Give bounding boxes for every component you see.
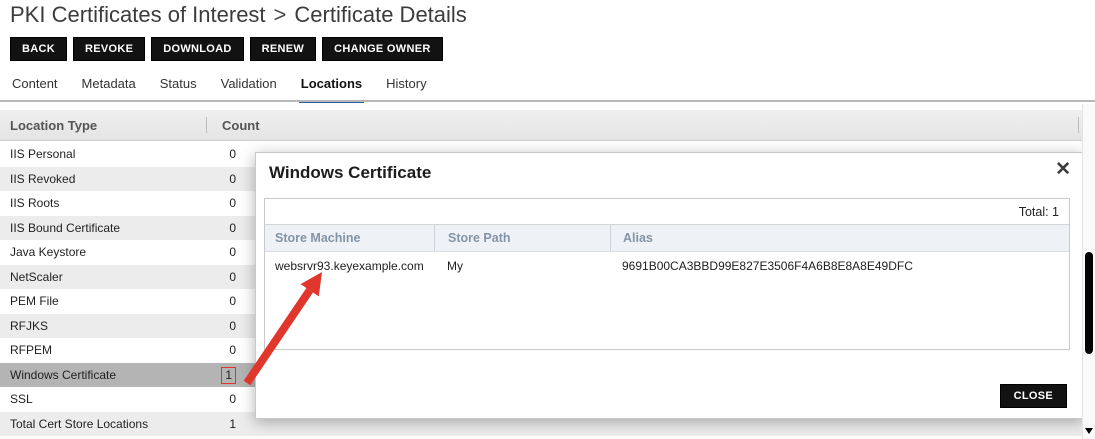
tab-history[interactable]: History <box>384 72 428 103</box>
tab-divider <box>0 100 1095 102</box>
breadcrumb-current: Certificate Details <box>294 2 466 27</box>
total-count-label: Total: 1 <box>265 199 1069 225</box>
column-header-store-machine: Store Machine <box>265 231 434 245</box>
scrollbar-down-arrow-icon[interactable] <box>1085 428 1093 434</box>
location-count-cell: 0 <box>210 387 236 412</box>
modal-table-header: Store Machine Store Path Alias <box>265 225 1069 252</box>
revoke-button[interactable]: REVOKE <box>73 37 145 61</box>
renew-button[interactable]: RENEW <box>250 37 316 61</box>
modal-cell-store-path: My <box>434 259 610 273</box>
count-highlight-box: 1 <box>221 367 236 384</box>
close-icon[interactable]: ✕ <box>1055 159 1071 181</box>
column-header-location-type: Location Type <box>0 118 206 133</box>
breadcrumb-root: PKI Certificates of Interest <box>10 2 266 27</box>
modal-cell-alias: 9691B00CA3BBD99E827E3506F4A6B8E8A8E49DFC <box>610 259 1069 273</box>
modal-cell-store-machine: websrvr93.keyexample.com <box>265 259 434 273</box>
location-count-cell: 0 <box>210 289 236 314</box>
vertical-scrollbar[interactable] <box>1082 104 1095 439</box>
windows-certificate-modal: Windows Certificate ✕ Total: 1 Store Mac… <box>255 152 1084 419</box>
modal-title: Windows Certificate <box>269 163 431 183</box>
locations-table-header: Location Type Count <box>0 110 1082 141</box>
close-button[interactable]: CLOSE <box>1000 384 1067 408</box>
location-count-cell: 0 <box>210 142 236 167</box>
breadcrumb-separator: > <box>274 2 287 27</box>
modal-table-row[interactable]: websrvr93.keyexample.comMy9691B00CA3BBD9… <box>265 252 1069 280</box>
modal-table: Total: 1 Store Machine Store Path Alias … <box>264 198 1070 350</box>
location-count-cell: 0 <box>210 338 236 363</box>
download-button[interactable]: DOWNLOAD <box>151 37 243 61</box>
tab-locations[interactable]: Locations <box>299 72 364 103</box>
tab-status[interactable]: Status <box>158 72 199 103</box>
location-count-cell: 0 <box>210 265 236 290</box>
column-header-alias: Alias <box>610 225 1069 251</box>
tab-metadata[interactable]: Metadata <box>80 72 138 103</box>
modal-table-body: websrvr93.keyexample.comMy9691B00CA3BBD9… <box>265 252 1069 280</box>
location-count-cell: 0 <box>210 191 236 216</box>
location-count-cell: 1 <box>210 363 236 388</box>
location-count-cell: 0 <box>210 167 236 192</box>
back-button[interactable]: BACK <box>10 37 67 61</box>
location-count-cell: 0 <box>210 240 236 265</box>
location-count-cell: 1 <box>210 412 236 437</box>
change-owner-button[interactable]: CHANGE OWNER <box>322 37 443 61</box>
toolbar: BACKREVOKEDOWNLOAD RENEWCHANGE OWNER <box>10 37 443 61</box>
page-title: PKI Certificates of Interest > Certificate… <box>10 1 467 28</box>
tab-bar: Content Metadata Status Validation Locations… <box>10 72 429 103</box>
column-header-count: Count <box>207 118 260 133</box>
tab-validation[interactable]: Validation <box>219 72 279 103</box>
column-divider-end <box>1078 117 1079 133</box>
location-count-cell: 0 <box>210 216 236 241</box>
column-header-store-path: Store Path <box>434 225 610 251</box>
tab-content[interactable]: Content <box>10 72 60 103</box>
scrollbar-thumb[interactable] <box>1085 252 1093 354</box>
location-count-cell: 0 <box>210 314 236 339</box>
